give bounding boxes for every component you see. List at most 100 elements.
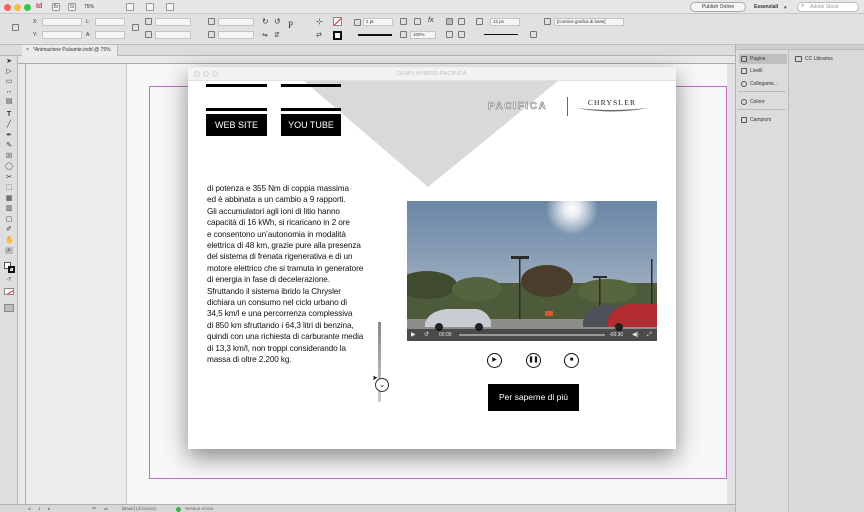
rectangle-frame-tool-icon[interactable]: ☒ bbox=[5, 153, 13, 160]
learn-more-button[interactable]: Per saperne di più bbox=[488, 384, 579, 411]
scale-percent-field[interactable]: 100% bbox=[410, 31, 436, 39]
page-tool-icon[interactable]: ▭ bbox=[5, 78, 13, 85]
hand-tool-icon[interactable]: ✋ bbox=[5, 237, 14, 244]
bridge-icon[interactable]: Br bbox=[52, 3, 60, 11]
video-play-icon[interactable]: ▶ bbox=[411, 329, 416, 341]
note-tool-icon[interactable]: ▢ bbox=[5, 216, 13, 223]
preview-zoom-button[interactable] bbox=[212, 71, 218, 77]
corner-options-icon[interactable] bbox=[530, 31, 537, 38]
prev-spread-icon[interactable]: ⏮ bbox=[92, 505, 96, 512]
play-button[interactable]: ▶ bbox=[487, 353, 502, 368]
x-field[interactable] bbox=[42, 18, 82, 26]
flip-horizontal-icon[interactable]: ⇋ bbox=[262, 31, 268, 39]
vertical-ruler[interactable] bbox=[18, 64, 26, 504]
panel-item-swatches[interactable]: Campioni bbox=[739, 115, 787, 125]
next-spread-icon[interactable]: ⏭ bbox=[104, 505, 108, 512]
video-replay-icon[interactable]: ↺ bbox=[424, 329, 429, 341]
gap-tool-icon[interactable]: ↔ bbox=[5, 88, 13, 95]
video-player[interactable] bbox=[407, 201, 657, 341]
publish-online-button[interactable]: Publish Online bbox=[690, 2, 746, 12]
reference-point-icon[interactable] bbox=[12, 24, 19, 31]
tab-document[interactable]: × *Animazione Pulsante.indd @ 75% bbox=[22, 45, 118, 56]
screen-mode-tool-icon[interactable] bbox=[4, 304, 14, 312]
rotate-field[interactable] bbox=[218, 18, 254, 26]
scale-y-field[interactable] bbox=[155, 31, 191, 39]
stroke-swatch[interactable] bbox=[333, 31, 342, 40]
shear-field[interactable] bbox=[218, 31, 254, 39]
height-field[interactable] bbox=[95, 31, 125, 39]
preflight-status[interactable]: Nessun errore bbox=[185, 505, 214, 512]
minimize-window-button[interactable] bbox=[14, 4, 21, 11]
zoom-window-button[interactable] bbox=[24, 4, 31, 11]
text-wrap-box-icon[interactable] bbox=[458, 18, 465, 25]
scale-x-field[interactable] bbox=[155, 18, 191, 26]
pause-button[interactable]: ❚❚ bbox=[526, 353, 541, 368]
vertical-scrollbar[interactable] bbox=[727, 64, 735, 504]
fullscreen-icon[interactable]: ⤢ bbox=[647, 329, 652, 341]
text-wrap-none-icon[interactable] bbox=[446, 18, 453, 25]
content-collector-icon[interactable]: ▤ bbox=[5, 98, 13, 105]
close-window-button[interactable] bbox=[4, 4, 11, 11]
distribute-icon[interactable] bbox=[458, 31, 465, 38]
page-number[interactable]: 1 bbox=[38, 505, 41, 512]
pencil-tool-icon[interactable]: ✎ bbox=[5, 142, 13, 149]
panel-item-links[interactable]: Collegame... bbox=[739, 79, 787, 89]
width-field[interactable] bbox=[95, 18, 125, 26]
working-style[interactable]: [Base] (di lavoro) bbox=[122, 505, 156, 512]
panel-item-cc-libraries[interactable]: CC Libraries bbox=[792, 54, 860, 64]
stroke-color-icon[interactable] bbox=[8, 266, 15, 273]
flip-vertical-icon[interactable]: ⇵ bbox=[274, 31, 280, 39]
formatting-container-icon[interactable]: ▫T bbox=[5, 277, 13, 284]
apply-none-icon[interactable] bbox=[4, 288, 14, 295]
tab-close-icon[interactable]: × bbox=[26, 47, 29, 53]
text-on-path-icon[interactable]: P bbox=[288, 20, 293, 30]
preview-minimize-button[interactable] bbox=[203, 71, 209, 77]
horizontal-ruler[interactable] bbox=[18, 56, 735, 64]
scissors-tool-icon[interactable]: ✂ bbox=[5, 174, 13, 181]
fill-swatch[interactable] bbox=[333, 17, 342, 26]
gradient-feather-tool-icon[interactable]: ▥ bbox=[5, 205, 13, 212]
rotate-ccw-icon[interactable]: ↺ bbox=[274, 17, 281, 26]
line-tool-icon[interactable]: ╱ bbox=[5, 121, 13, 128]
selection-tool-icon[interactable]: ➤ bbox=[5, 58, 13, 65]
volume-icon[interactable]: ◀) bbox=[632, 329, 639, 341]
zoom-level[interactable]: 75% bbox=[84, 3, 110, 11]
direct-selection-tool-icon[interactable]: ▷ bbox=[5, 68, 13, 75]
eyedropper-tool-icon[interactable]: ✐ bbox=[5, 226, 13, 233]
website-button[interactable]: WEB SITE bbox=[206, 114, 267, 136]
stock-icon[interactable]: St bbox=[68, 3, 76, 11]
stroke-weight-field[interactable]: 1 pt bbox=[363, 18, 393, 26]
fx-icon[interactable] bbox=[400, 18, 407, 25]
youtube-button[interactable]: YOU TUBE bbox=[281, 114, 341, 136]
free-transform-tool-icon[interactable]: ⬚ bbox=[5, 184, 13, 191]
align-icon[interactable] bbox=[446, 31, 453, 38]
panel-item-color[interactable]: Colore bbox=[739, 97, 787, 107]
select-next-icon[interactable]: ⇄ bbox=[316, 31, 322, 39]
effects-icon[interactable]: fx bbox=[428, 17, 433, 24]
rotate-cw-icon[interactable]: ↻ bbox=[262, 17, 269, 26]
y-field[interactable] bbox=[42, 31, 82, 39]
video-progress-bar[interactable] bbox=[459, 334, 605, 336]
screen-mode-icon[interactable] bbox=[146, 3, 154, 11]
stock-search-input[interactable]: Adobe Stock bbox=[797, 2, 859, 12]
panel-item-pages[interactable]: Pagine bbox=[739, 54, 787, 64]
panel-item-layers[interactable]: Livelli bbox=[739, 66, 787, 76]
stop-button[interactable]: ■ bbox=[564, 353, 579, 368]
opacity-icon[interactable] bbox=[414, 18, 421, 25]
view-options-icon[interactable] bbox=[126, 3, 134, 11]
arrange-documents-icon[interactable] bbox=[166, 3, 174, 11]
next-page-icon[interactable]: ▸ bbox=[48, 505, 50, 512]
pen-tool-icon[interactable]: ✒ bbox=[5, 132, 13, 139]
stroke-type-line[interactable] bbox=[358, 34, 392, 36]
zoom-tool-icon[interactable]: ⌕ bbox=[5, 247, 13, 254]
preview-close-button[interactable] bbox=[194, 71, 200, 77]
ellipse-tool-icon[interactable]: ◯ bbox=[5, 163, 13, 170]
size-field[interactable]: 12 px bbox=[490, 18, 520, 26]
frame-style-select[interactable]: [Cornice grafica di base] bbox=[554, 18, 624, 26]
prev-page-icon[interactable]: ◂ bbox=[28, 505, 30, 512]
select-container-icon[interactable]: ⊹ bbox=[316, 17, 323, 26]
constrain-proportions-icon[interactable] bbox=[132, 24, 139, 31]
gradient-swatch-tool-icon[interactable]: ▦ bbox=[5, 195, 13, 202]
type-tool-icon[interactable]: T bbox=[5, 111, 13, 118]
workspace-switcher[interactable]: Essenziali bbox=[754, 2, 778, 12]
